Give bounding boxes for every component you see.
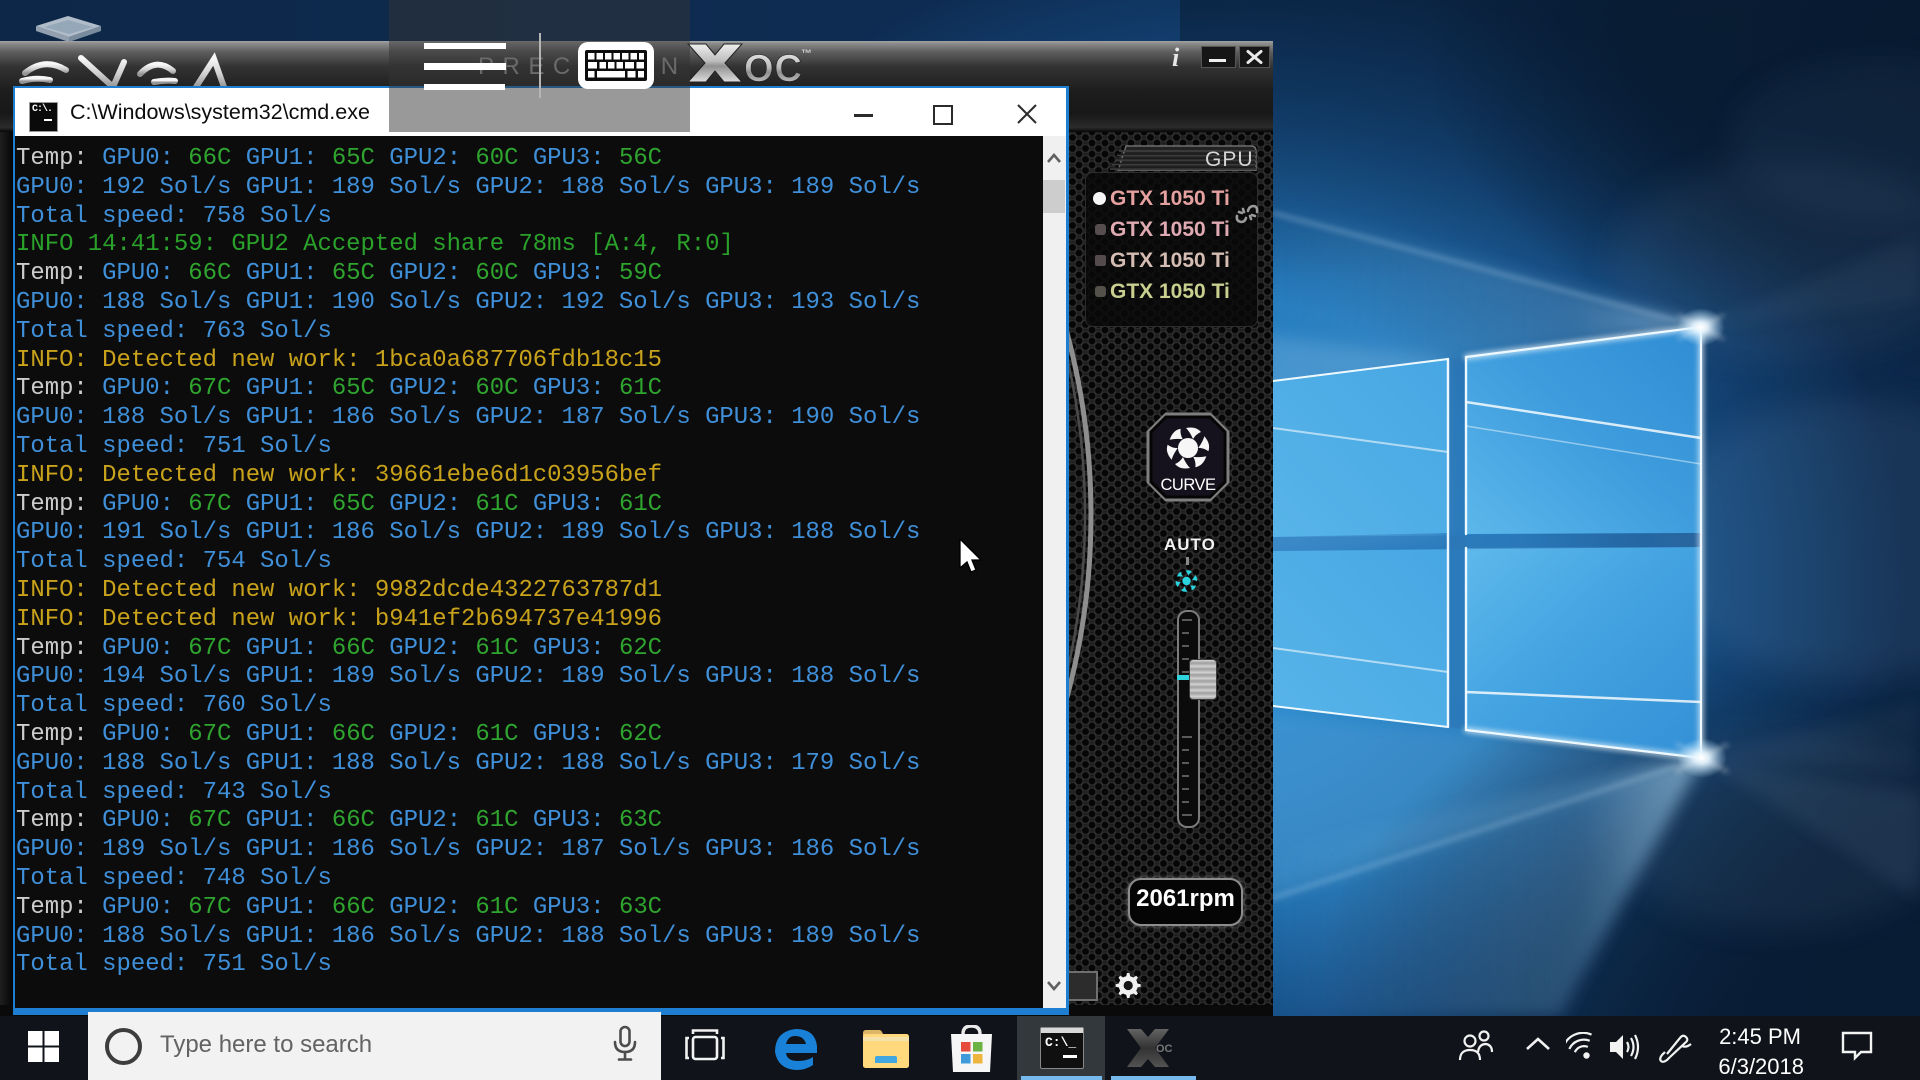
svg-text:OC: OC [744, 48, 803, 90]
svg-text:GPU: GPU [1205, 148, 1254, 171]
svg-text:™: ™ [801, 48, 812, 60]
svg-text:OC: OC [1156, 1043, 1173, 1055]
svg-text:CURVE: CURVE [1161, 476, 1216, 494]
